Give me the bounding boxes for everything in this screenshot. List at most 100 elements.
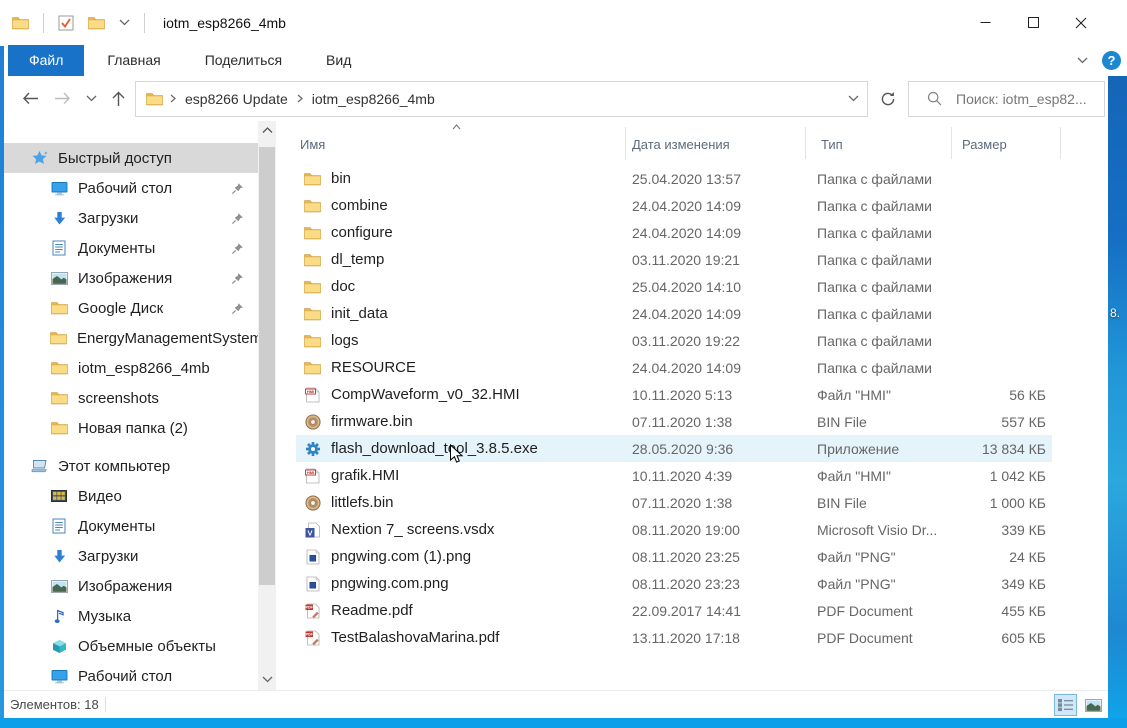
new-folder-icon[interactable]: [88, 16, 105, 30]
column-divider[interactable]: [1060, 127, 1061, 159]
file-row[interactable]: pngwing.com (1).png 08.11.2020 23:25 Фай…: [296, 543, 1052, 570]
thumbnails-view-button[interactable]: [1082, 694, 1105, 716]
ribbon-tab-3[interactable]: Вид: [305, 45, 372, 76]
folder-icon: [304, 280, 321, 294]
status-bar: Элементов: 18: [0, 690, 1108, 718]
file-row[interactable]: doc 25.04.2020 14:10 Папка с файлами: [296, 273, 1052, 300]
chevron-right-icon[interactable]: [163, 94, 183, 103]
column-divider[interactable]: [625, 127, 626, 159]
sidebar-item[interactable]: Документы: [4, 233, 258, 263]
address-dropdown-icon[interactable]: [848, 95, 859, 102]
folder-icon: [304, 334, 321, 348]
chevron-right-icon[interactable]: [290, 94, 310, 103]
back-button[interactable]: [22, 92, 39, 105]
pin-icon: [231, 212, 244, 225]
breadcrumb-segment[interactable]: iotm_esp8266_4mb: [310, 91, 437, 107]
breadcrumb-box[interactable]: esp8266 Update iotm_esp8266_4mb: [135, 81, 868, 117]
quick-access-toolbar: iotm_esp8266_4mb: [0, 13, 286, 33]
column-header-type[interactable]: Тип: [821, 137, 843, 152]
desktop-background: [0, 46, 4, 728]
sidebar-item[interactable]: Изображения: [4, 263, 258, 293]
file-row[interactable]: RESOURCE 24.04.2020 14:09 Папка с файлам…: [296, 354, 1052, 381]
sidebar-item[interactable]: Загрузки: [4, 203, 258, 233]
sidebar-item[interactable]: Рабочий стол: [4, 661, 258, 690]
scrollbar-thumb[interactable]: [259, 147, 275, 585]
help-button[interactable]: ?: [1102, 51, 1121, 70]
forward-button[interactable]: [54, 92, 71, 105]
scroll-down-icon[interactable]: [258, 670, 276, 688]
breadcrumb-segment[interactable]: esp8266 Update: [183, 91, 290, 107]
sidebar-item[interactable]: Google Диск: [4, 293, 258, 323]
column-header-date[interactable]: Дата изменения: [632, 137, 730, 152]
sidebar-item[interactable]: Видео: [4, 481, 258, 511]
column-header-size[interactable]: Размер: [962, 137, 1007, 152]
column-headers: Имя Дата изменения Тип Размер: [276, 121, 1108, 165]
vsdx-icon: V: [304, 522, 321, 538]
file-row[interactable]: logs 03.11.2020 19:22 Папка с файлами: [296, 327, 1052, 354]
sidebar-item[interactable]: Этот компьютер: [4, 451, 258, 481]
details-view-button[interactable]: [1054, 694, 1077, 716]
svg-text:V: V: [307, 528, 312, 537]
ribbon-tab-2[interactable]: Поделиться: [184, 45, 303, 76]
ribbon-tab-1[interactable]: Главная: [86, 45, 181, 76]
file-row[interactable]: VNextion 7_ screens.vsdx 08.11.2020 19:0…: [296, 516, 1052, 543]
sidebar-scrollbar[interactable]: [258, 121, 276, 690]
folder-icon: [304, 253, 321, 267]
sidebar-item[interactable]: Быстрый доступ: [4, 143, 258, 173]
sidebar-item[interactable]: Новая папка (2): [4, 413, 258, 443]
file-row[interactable]: dl_temp 03.11.2020 19:21 Папка с файлами: [296, 246, 1052, 273]
ribbon-expand-icon[interactable]: [1077, 57, 1088, 64]
checkmark-icon[interactable]: [58, 15, 74, 31]
sidebar-item[interactable]: iotm_esp8266_4mb: [4, 353, 258, 383]
file-row[interactable]: HMIgrafik.HMI 10.11.2020 4:39 Файл "HMI"…: [296, 462, 1052, 489]
maximize-button[interactable]: [1009, 0, 1057, 45]
documents-icon: [50, 518, 68, 534]
navigation-pane: Быстрый доступ Рабочий стол Загрузки Док…: [4, 121, 258, 690]
downloads-icon: [50, 211, 68, 226]
toolbar-separator: [144, 13, 145, 33]
file-row[interactable]: pngwing.com.png 08.11.2020 23:23 Файл "P…: [296, 570, 1052, 597]
file-row[interactable]: combine 24.04.2020 14:09 Папка с файлами: [296, 192, 1052, 219]
explorer-window: iotm_esp8266_4mb ФайлГлавнаяПоделитьсяВи…: [0, 0, 1127, 728]
file-row[interactable]: PDFReadme.pdf 22.09.2017 14:41 PDF Docum…: [296, 597, 1052, 624]
file-row[interactable]: firmware.bin 07.11.2020 1:38 BIN File 55…: [296, 408, 1052, 435]
file-row[interactable]: PDFTestBalashovaMarina.pdf 13.11.2020 17…: [296, 624, 1052, 651]
sidebar-item[interactable]: Рабочий стол: [4, 173, 258, 203]
refresh-button[interactable]: [868, 81, 908, 117]
close-icon: [1075, 17, 1087, 29]
pictures-icon: [50, 580, 68, 593]
sidebar-item[interactable]: screenshots: [4, 383, 258, 413]
minimize-button[interactable]: [961, 0, 1009, 45]
file-row[interactable]: littlefs.bin 07.11.2020 1:38 BIN File 1 …: [296, 489, 1052, 516]
file-row[interactable]: init_data 24.04.2020 14:09 Папка с файла…: [296, 300, 1052, 327]
recent-locations-icon[interactable]: [86, 95, 97, 102]
close-button[interactable]: [1057, 0, 1105, 45]
search-input[interactable]: [954, 90, 1098, 108]
scroll-up-icon[interactable]: [258, 121, 276, 139]
file-row[interactable]: HMICompWaveform_v0_32.HMI 10.11.2020 5:1…: [296, 381, 1052, 408]
column-divider[interactable]: [805, 127, 806, 159]
sidebar-item[interactable]: EnergyManagementSystemN: [4, 323, 258, 353]
file-row[interactable]: bin 25.04.2020 13:57 Папка с файлами: [296, 165, 1052, 192]
svg-text:HMI: HMI: [307, 470, 314, 475]
sidebar-item[interactable]: Музыка: [4, 601, 258, 631]
pictures-icon: [50, 272, 68, 285]
column-divider[interactable]: [951, 127, 952, 159]
desktop-icon: [50, 669, 68, 684]
sidebar-item[interactable]: Изображения: [4, 571, 258, 601]
sidebar-item[interactable]: Документы: [4, 511, 258, 541]
computer-icon: [30, 459, 48, 474]
column-header-name[interactable]: Имя: [300, 137, 325, 152]
title-bar: iotm_esp8266_4mb: [0, 0, 1127, 45]
file-row[interactable]: flash_download_tool_3.8.5.exe 28.05.2020…: [296, 435, 1052, 462]
sidebar-item[interactable]: Загрузки: [4, 541, 258, 571]
objects3d-icon: [50, 639, 68, 654]
chevron-down-icon[interactable]: [119, 19, 130, 26]
pdf-icon: PDF: [304, 603, 321, 619]
sidebar-item[interactable]: Объемные объекты: [4, 631, 258, 661]
folder-icon: [304, 361, 321, 375]
up-button[interactable]: [112, 91, 125, 107]
ribbon-tab-0[interactable]: Файл: [8, 45, 84, 76]
png-icon: [304, 549, 321, 565]
file-row[interactable]: configure 24.04.2020 14:09 Папка с файла…: [296, 219, 1052, 246]
